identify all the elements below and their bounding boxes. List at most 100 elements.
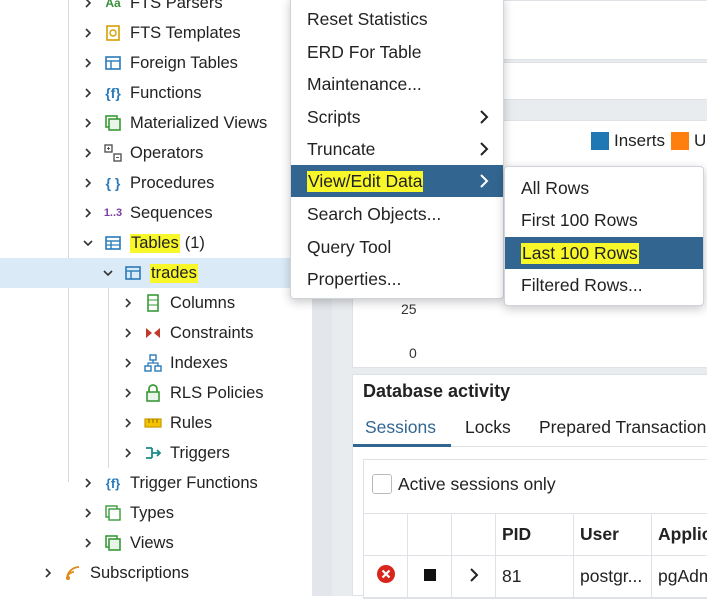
chevron-right-icon [479, 109, 491, 125]
chevron-down-icon[interactable] [102, 258, 114, 288]
tree-item-label: trades [150, 263, 198, 283]
chevron-right-icon[interactable] [122, 438, 134, 468]
lock-icon [143, 383, 163, 403]
tree-item-indexes[interactable]: Indexes [0, 348, 312, 378]
tree-item-operators[interactable]: Operators [0, 138, 312, 168]
tree-item-label: Rules [170, 413, 213, 432]
tree-item-label: Trigger Functions [130, 473, 258, 492]
filter-row: Active sessions only [364, 460, 707, 514]
chevron-right-icon[interactable] [122, 348, 134, 378]
tree-item-views[interactable]: Views [0, 528, 312, 558]
tree-item-functions[interactable]: {f} Functions [0, 78, 312, 108]
chevron-right-icon[interactable] [122, 378, 134, 408]
tree-item-label: Constraints [170, 323, 254, 342]
tree-item-label: Subscriptions [90, 563, 190, 582]
chevron-right-icon[interactable] [82, 48, 94, 78]
tree-item-sequences[interactable]: 1..3 Sequences [0, 198, 312, 228]
tree-item-triggers[interactable]: Triggers [0, 438, 312, 468]
menu-item-last-100-rows[interactable]: Last 100 Rows [505, 237, 703, 269]
sessions-grid: Active sessions only PID User Applic 81 … [363, 459, 707, 599]
tab-locks[interactable]: Locks [465, 417, 511, 438]
chevron-down-icon[interactable] [82, 228, 94, 258]
menu-item-maintenance[interactable]: Maintenance... [291, 68, 503, 100]
cancel-query-icon[interactable] [376, 564, 396, 589]
tree-item-foreign-tables[interactable]: Foreign Tables [0, 48, 312, 78]
chevron-right-icon[interactable] [82, 468, 94, 498]
menu-item-label: Query Tool [307, 236, 392, 257]
database-activity-panel: Database activity Sessions Locks Prepare… [352, 374, 707, 599]
view-edit-data-submenu: All Rows First 100 Rows Last 100 Rows Fi… [504, 166, 704, 306]
activity-tabs: Sessions Locks Prepared Transaction [353, 411, 707, 447]
fts-parsers-icon: Aa [105, 0, 121, 10]
legend-label-updates: Upd [694, 131, 707, 150]
column-header-user[interactable]: User [574, 514, 652, 556]
tree-item-rls-policies[interactable]: RLS Policies [0, 378, 312, 408]
menu-item-label: Scripts [307, 106, 361, 127]
panel-title: Database activity [363, 381, 511, 401]
menu-item-label: Properties... [307, 268, 402, 289]
menu-item-view-edit-data[interactable]: View/Edit Data [291, 165, 503, 197]
chevron-right-icon[interactable] [122, 318, 134, 348]
tree-item-rules[interactable]: Rules [0, 408, 312, 438]
menu-item-label: Filtered Rows... [521, 274, 643, 295]
menu-item-label: Truncate [307, 138, 376, 159]
chevron-right-icon[interactable] [122, 288, 134, 318]
menu-item-scripts[interactable]: Scripts [291, 101, 503, 133]
sequences-icon: 1..3 [103, 207, 123, 219]
tree-item-subscriptions[interactable]: Subscriptions [0, 558, 312, 588]
tree-item-label: Types [130, 503, 175, 522]
menu-item-truncate[interactable]: Truncate [291, 133, 503, 165]
menu-item-query-tool[interactable]: Query Tool [291, 231, 503, 263]
tree-item-label: Functions [130, 83, 202, 102]
menu-item-label: All Rows [521, 177, 590, 198]
chevron-right-icon[interactable] [82, 198, 94, 228]
chevron-right-icon[interactable] [82, 78, 94, 108]
menu-item-erd-for-table[interactable]: ERD For Table [291, 36, 503, 68]
chevron-right-icon[interactable] [468, 566, 480, 587]
tree-item-label: FTS Templates [130, 23, 241, 42]
tree-item-tables[interactable]: Tables (1) [0, 228, 312, 258]
menu-item-search-objects[interactable]: Search Objects... [291, 198, 503, 230]
columns-icon [143, 293, 163, 313]
materialized-views-icon [103, 113, 123, 133]
tree-item-types[interactable]: Types [0, 498, 312, 528]
active-sessions-checkbox[interactable] [372, 474, 392, 494]
tree-item-trades[interactable]: trades [0, 258, 312, 288]
header-cell-empty [408, 514, 452, 556]
menu-item-first-100-rows[interactable]: First 100 Rows [505, 204, 703, 236]
tree-item-label: Tables [130, 233, 180, 253]
menu-item-filtered-rows[interactable]: Filtered Rows... [505, 269, 703, 301]
chevron-right-icon[interactable] [82, 168, 94, 198]
chevron-right-icon[interactable] [82, 498, 94, 528]
tree-item-trigger-functions[interactable]: {f} Trigger Functions [0, 468, 312, 498]
tree-item-label: RLS Policies [170, 383, 264, 402]
tree-item-procedures[interactable]: { } Procedures [0, 168, 312, 198]
tree-item-label: Operators [130, 143, 204, 162]
chevron-right-icon[interactable] [82, 528, 94, 558]
constraints-icon [143, 323, 163, 343]
tab-sessions[interactable]: Sessions [365, 417, 436, 438]
tab-prepared-transactions[interactable]: Prepared Transaction [539, 417, 706, 438]
indexes-icon [143, 353, 163, 373]
chevron-right-icon[interactable] [82, 18, 94, 48]
table-row-terminate-cell [408, 556, 452, 598]
context-menu: Reset Statistics ERD For Table Maintenan… [290, 0, 504, 299]
tree-item-fts-parsers[interactable]: Aa FTS Parsers [0, 0, 312, 18]
tree-item-materialized-views[interactable]: Materialized Views [0, 108, 312, 138]
column-header-pid[interactable]: PID [496, 514, 574, 556]
tree-item-columns[interactable]: Columns [0, 288, 312, 318]
tree-item-constraints[interactable]: Constraints [0, 318, 312, 348]
stop-icon[interactable] [423, 566, 437, 587]
column-header-application[interactable]: Applic [652, 514, 707, 556]
chevron-right-icon[interactable] [82, 108, 94, 138]
chevron-right-icon[interactable] [42, 558, 54, 588]
menu-item-label: First 100 Rows [521, 209, 638, 230]
subscriptions-icon [63, 563, 83, 583]
chevron-right-icon[interactable] [82, 138, 94, 168]
tree-item-fts-templates[interactable]: FTS Templates [0, 18, 312, 48]
menu-item-all-rows[interactable]: All Rows [505, 172, 703, 204]
menu-item-properties[interactable]: Properties... [291, 263, 503, 295]
menu-item-reset-statistics[interactable]: Reset Statistics [291, 3, 503, 35]
chevron-right-icon[interactable] [82, 0, 94, 18]
chevron-right-icon[interactable] [122, 408, 134, 438]
